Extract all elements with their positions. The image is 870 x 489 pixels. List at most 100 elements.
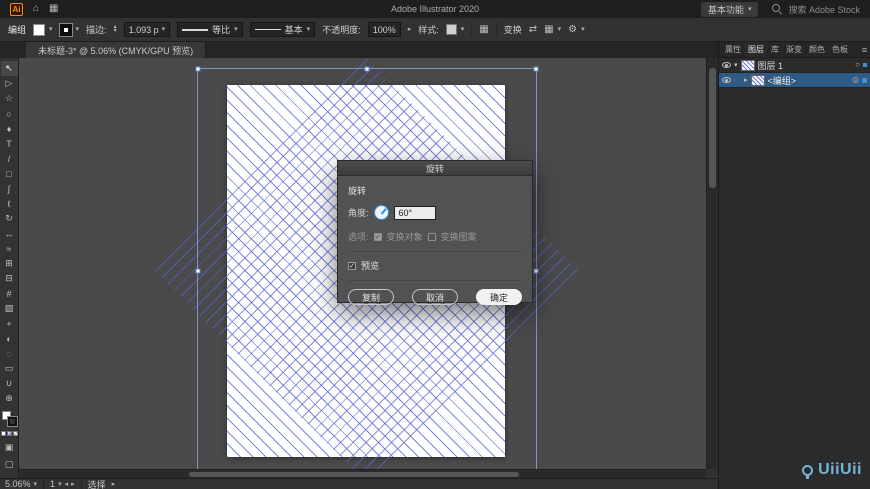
none-icon[interactable] bbox=[12, 431, 18, 436]
target-circle-icon[interactable]: ○ bbox=[855, 61, 860, 69]
tab-libraries[interactable]: 库 bbox=[768, 42, 782, 57]
transform-patterns-checkbox[interactable] bbox=[427, 232, 436, 241]
chevron-down-icon[interactable] bbox=[34, 481, 38, 488]
layer-name[interactable]: <编组> bbox=[768, 74, 797, 87]
chevron-right-icon[interactable]: ▸ bbox=[744, 76, 748, 84]
fill-color-control[interactable] bbox=[33, 23, 53, 36]
horizontal-scrollbar[interactable] bbox=[19, 469, 706, 478]
fill-stroke-indicator[interactable] bbox=[1, 411, 17, 426]
angle-input[interactable]: 60° bbox=[393, 205, 436, 220]
tab-layers[interactable]: 图层 bbox=[745, 42, 767, 57]
stroke-color-control[interactable] bbox=[59, 23, 80, 36]
selection-tool[interactable]: ↖ bbox=[0, 61, 18, 76]
pencil-tool[interactable]: ℓ bbox=[1, 196, 18, 211]
angle-dial-icon[interactable] bbox=[373, 205, 389, 220]
shuffle-icon[interactable]: ⇄ bbox=[529, 24, 537, 35]
color-icon[interactable] bbox=[0, 431, 6, 436]
stock-search[interactable]: 搜索 Adobe Stock bbox=[772, 3, 860, 16]
layer-name[interactable]: 图层 1 bbox=[758, 59, 784, 72]
rectangle-tool[interactable]: □ bbox=[1, 166, 18, 181]
vertical-scrollbar-thumb[interactable] bbox=[709, 68, 716, 188]
lasso-tool[interactable]: ○ bbox=[1, 106, 18, 121]
vertical-scrollbar[interactable] bbox=[706, 58, 718, 469]
symbol-sprayer-tool[interactable]: ◌ bbox=[1, 346, 18, 361]
chevron-down-icon[interactable] bbox=[49, 26, 53, 33]
free-transform-tool[interactable]: ⊞ bbox=[1, 256, 18, 271]
panel-menu-icon[interactable]: ≡ bbox=[862, 45, 867, 55]
stroke-indicator[interactable] bbox=[7, 417, 17, 426]
screen-mode-icon[interactable]: ▢ bbox=[5, 459, 14, 470]
shape-builder-tool[interactable]: ⊟ bbox=[1, 271, 18, 286]
chevron-down-icon[interactable] bbox=[58, 481, 62, 488]
selection-handle[interactable] bbox=[533, 268, 539, 274]
artboard-navigation[interactable]: 1 bbox=[50, 479, 75, 489]
chevron-down-icon[interactable] bbox=[581, 26, 585, 33]
ok-button[interactable]: 确定 bbox=[475, 289, 522, 305]
horizontal-scrollbar-thumb[interactable] bbox=[189, 472, 519, 477]
tab-gradient[interactable]: 渐变 bbox=[783, 42, 805, 57]
workspace-switcher[interactable]: 基本功能 bbox=[700, 1, 759, 17]
previous-artboard-icon[interactable] bbox=[65, 481, 69, 488]
chevron-down-icon[interactable] bbox=[461, 26, 465, 33]
zoom-tool[interactable]: ⊕ bbox=[1, 391, 18, 406]
paintbrush-tool[interactable]: ∫ bbox=[1, 181, 18, 196]
stroke-swatch[interactable] bbox=[59, 23, 72, 36]
tab-swatches[interactable]: 色板 bbox=[829, 42, 851, 57]
type-tool[interactable]: T bbox=[1, 136, 18, 151]
eyedropper-tool[interactable]: + bbox=[1, 316, 18, 331]
tab-color[interactable]: 颜色 bbox=[806, 42, 828, 57]
selection-indicator[interactable] bbox=[862, 77, 867, 83]
magic-wand-tool[interactable]: ☆ bbox=[1, 91, 18, 106]
direct-selection-tool[interactable]: ▷ bbox=[1, 76, 18, 91]
stroke-width-stepper[interactable]: ▴ ▾ bbox=[114, 24, 117, 33]
mesh-tool[interactable]: # bbox=[1, 286, 18, 301]
transform-label[interactable]: 变换 bbox=[504, 23, 522, 36]
chevron-down-icon[interactable] bbox=[558, 26, 562, 33]
target-circle-icon[interactable]: ◎ bbox=[852, 76, 859, 84]
visibility-eye-icon[interactable] bbox=[722, 77, 731, 83]
fill-swatch[interactable] bbox=[33, 23, 46, 36]
graphic-style-control[interactable] bbox=[445, 24, 465, 35]
align-control[interactable]: ▦ bbox=[544, 24, 562, 35]
document-tab[interactable]: 未标题-3* @ 5.06% (CMYK/GPU 预览) bbox=[26, 42, 207, 58]
zoom-control[interactable]: 5.06% bbox=[5, 479, 37, 489]
selection-handle[interactable] bbox=[364, 66, 370, 72]
selection-handle[interactable] bbox=[195, 66, 201, 72]
hand-tool[interactable]: ∪ bbox=[1, 376, 18, 391]
copy-button[interactable]: 复制 bbox=[348, 289, 395, 305]
chevron-down-icon[interactable]: ▾ bbox=[734, 61, 738, 69]
stroke-width-value[interactable]: 1.093 p bbox=[123, 22, 171, 37]
selection-handle[interactable] bbox=[533, 66, 539, 72]
blend-tool[interactable]: ◐ bbox=[1, 331, 18, 346]
home-icon[interactable]: ⌂ bbox=[33, 4, 39, 14]
tab-properties[interactable]: 属性 bbox=[722, 42, 744, 57]
selection-indicator[interactable] bbox=[863, 63, 867, 67]
dialog-titlebar[interactable]: 旋转 bbox=[338, 161, 532, 176]
artboard-tool[interactable]: ▭ bbox=[1, 361, 18, 376]
chevron-down-icon[interactable] bbox=[162, 26, 166, 33]
pen-tool[interactable]: ♦ bbox=[1, 121, 18, 136]
chevron-down-icon[interactable] bbox=[234, 26, 238, 33]
next-artboard-icon[interactable] bbox=[71, 481, 75, 488]
variable-width-profile[interactable]: 等比 bbox=[177, 22, 243, 37]
rotate-tool[interactable]: ↻ bbox=[1, 211, 18, 226]
layer-thumbnail[interactable] bbox=[750, 74, 765, 86]
cancel-button[interactable]: 取消 bbox=[411, 289, 458, 305]
preview-checkbox[interactable] bbox=[348, 261, 356, 270]
gradient-icon[interactable] bbox=[6, 431, 12, 436]
layer-thumbnail[interactable] bbox=[740, 59, 755, 71]
chevron-right-icon[interactable] bbox=[112, 481, 116, 488]
visibility-eye-icon[interactable] bbox=[722, 62, 731, 68]
chevron-down-icon[interactable] bbox=[307, 26, 311, 33]
document-setup-icon[interactable]: ▦ bbox=[479, 24, 488, 35]
width-tool[interactable]: ≈ bbox=[1, 241, 18, 256]
arrange-documents-icon[interactable]: ▦ bbox=[49, 4, 58, 14]
style-swatch[interactable] bbox=[445, 24, 457, 35]
selection-handle[interactable] bbox=[195, 268, 201, 274]
layer-row[interactable]: ▸ <编组> ◎ bbox=[719, 73, 870, 88]
opacity-value[interactable]: 100% bbox=[367, 22, 401, 37]
layer-row[interactable]: ▾ 图层 1 ○ bbox=[719, 58, 870, 73]
draw-mode-icon[interactable]: ▣ bbox=[5, 442, 14, 453]
settings-control[interactable]: ⚙ bbox=[568, 24, 585, 35]
chevron-right-icon[interactable] bbox=[408, 26, 412, 33]
